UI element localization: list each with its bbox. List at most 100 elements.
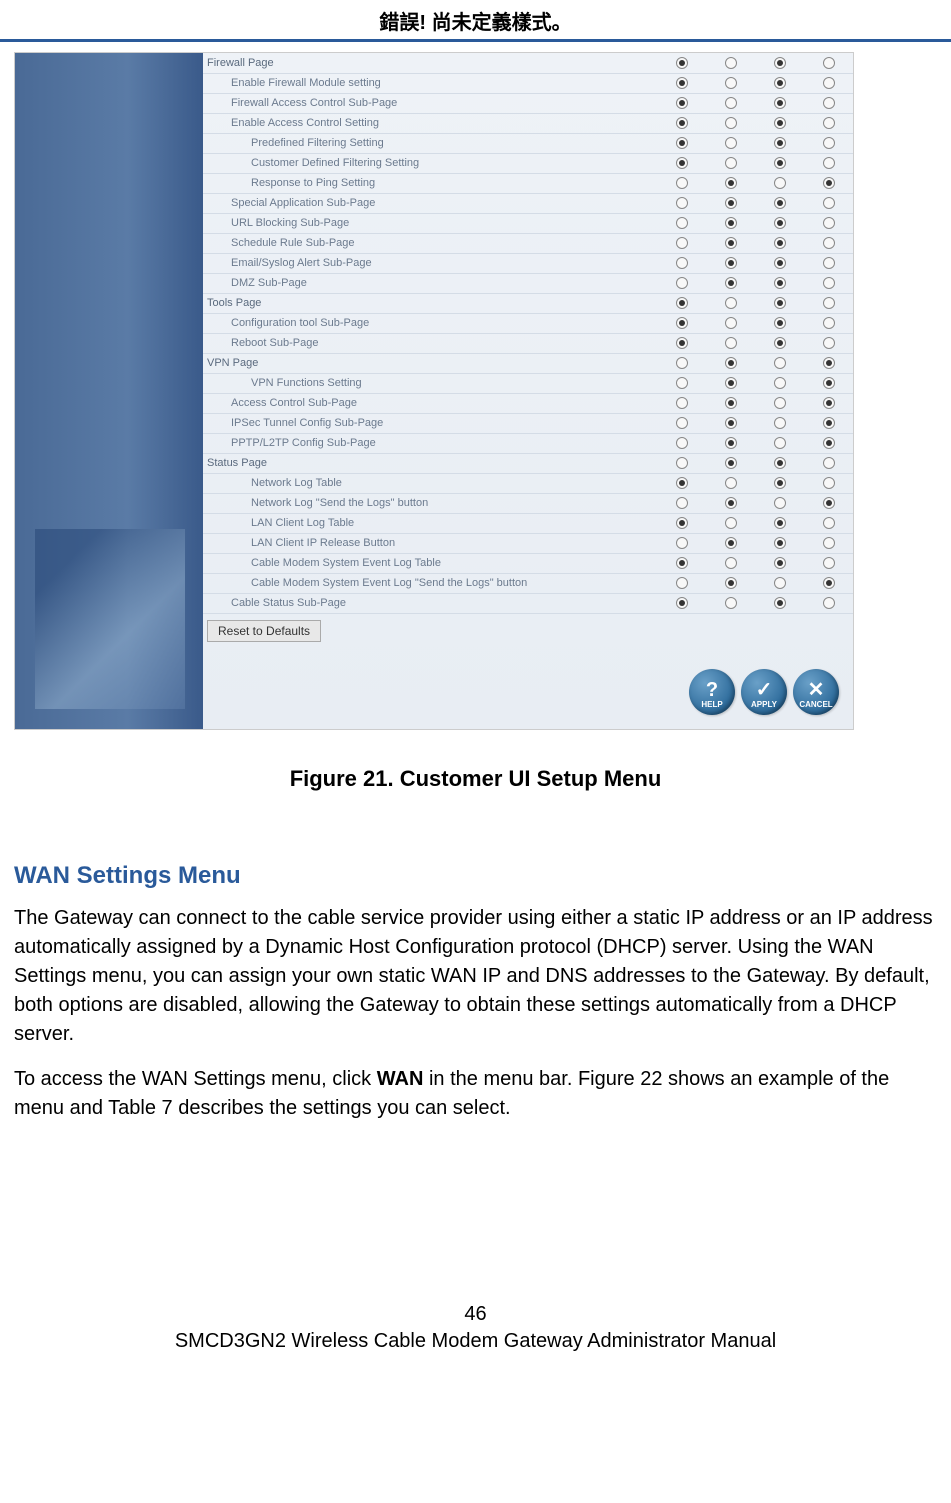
radio-option[interactable]: [774, 177, 786, 189]
radio-option[interactable]: [676, 117, 688, 129]
cancel-button[interactable]: ✕ CANCEL: [793, 669, 839, 715]
radio-option[interactable]: [774, 237, 786, 249]
radio-option[interactable]: [676, 557, 688, 569]
radio-option[interactable]: [676, 517, 688, 529]
radio-option[interactable]: [774, 397, 786, 409]
radio-option[interactable]: [774, 57, 786, 69]
radio-option[interactable]: [774, 277, 786, 289]
radio-option[interactable]: [823, 537, 835, 549]
radio-option[interactable]: [774, 217, 786, 229]
radio-option[interactable]: [823, 557, 835, 569]
radio-option[interactable]: [774, 537, 786, 549]
radio-option[interactable]: [725, 537, 737, 549]
radio-option[interactable]: [774, 597, 786, 609]
radio-option[interactable]: [676, 537, 688, 549]
radio-option[interactable]: [725, 477, 737, 489]
radio-option[interactable]: [823, 137, 835, 149]
radio-option[interactable]: [823, 517, 835, 529]
radio-option[interactable]: [676, 77, 688, 89]
radio-option[interactable]: [676, 97, 688, 109]
radio-option[interactable]: [774, 297, 786, 309]
radio-option[interactable]: [676, 337, 688, 349]
radio-option[interactable]: [823, 357, 835, 369]
radio-option[interactable]: [774, 137, 786, 149]
radio-option[interactable]: [823, 477, 835, 489]
radio-option[interactable]: [676, 397, 688, 409]
radio-option[interactable]: [774, 77, 786, 89]
radio-option[interactable]: [774, 377, 786, 389]
radio-option[interactable]: [774, 417, 786, 429]
radio-option[interactable]: [823, 77, 835, 89]
radio-option[interactable]: [676, 197, 688, 209]
radio-option[interactable]: [823, 297, 835, 309]
radio-option[interactable]: [774, 497, 786, 509]
radio-option[interactable]: [774, 317, 786, 329]
radio-option[interactable]: [725, 597, 737, 609]
radio-option[interactable]: [823, 397, 835, 409]
radio-option[interactable]: [823, 117, 835, 129]
radio-option[interactable]: [725, 517, 737, 529]
radio-option[interactable]: [774, 197, 786, 209]
radio-option[interactable]: [823, 237, 835, 249]
radio-option[interactable]: [823, 337, 835, 349]
radio-option[interactable]: [774, 457, 786, 469]
radio-option[interactable]: [823, 437, 835, 449]
radio-option[interactable]: [823, 417, 835, 429]
radio-option[interactable]: [823, 317, 835, 329]
radio-option[interactable]: [676, 157, 688, 169]
radio-option[interactable]: [725, 317, 737, 329]
radio-option[interactable]: [774, 117, 786, 129]
radio-option[interactable]: [725, 197, 737, 209]
radio-option[interactable]: [725, 117, 737, 129]
radio-option[interactable]: [774, 437, 786, 449]
radio-option[interactable]: [676, 237, 688, 249]
radio-option[interactable]: [725, 277, 737, 289]
radio-option[interactable]: [823, 177, 835, 189]
radio-option[interactable]: [676, 457, 688, 469]
radio-option[interactable]: [823, 277, 835, 289]
radio-option[interactable]: [725, 257, 737, 269]
radio-option[interactable]: [774, 357, 786, 369]
radio-option[interactable]: [725, 57, 737, 69]
radio-option[interactable]: [676, 417, 688, 429]
radio-option[interactable]: [725, 337, 737, 349]
radio-option[interactable]: [774, 577, 786, 589]
radio-option[interactable]: [676, 477, 688, 489]
radio-option[interactable]: [725, 357, 737, 369]
radio-option[interactable]: [725, 397, 737, 409]
help-button[interactable]: ? HELP: [689, 669, 735, 715]
radio-option[interactable]: [823, 97, 835, 109]
radio-option[interactable]: [676, 257, 688, 269]
radio-option[interactable]: [725, 217, 737, 229]
radio-option[interactable]: [676, 377, 688, 389]
radio-option[interactable]: [676, 277, 688, 289]
radio-option[interactable]: [774, 337, 786, 349]
radio-option[interactable]: [823, 577, 835, 589]
radio-option[interactable]: [725, 237, 737, 249]
radio-option[interactable]: [725, 457, 737, 469]
radio-option[interactable]: [676, 177, 688, 189]
radio-option[interactable]: [676, 217, 688, 229]
radio-option[interactable]: [823, 217, 835, 229]
radio-option[interactable]: [823, 377, 835, 389]
radio-option[interactable]: [676, 317, 688, 329]
radio-option[interactable]: [725, 97, 737, 109]
radio-option[interactable]: [676, 137, 688, 149]
apply-button[interactable]: ✓ APPLY: [741, 669, 787, 715]
radio-option[interactable]: [823, 457, 835, 469]
radio-option[interactable]: [676, 297, 688, 309]
radio-option[interactable]: [725, 417, 737, 429]
radio-option[interactable]: [725, 377, 737, 389]
radio-option[interactable]: [774, 557, 786, 569]
radio-option[interactable]: [725, 557, 737, 569]
radio-option[interactable]: [774, 97, 786, 109]
radio-option[interactable]: [774, 157, 786, 169]
radio-option[interactable]: [725, 137, 737, 149]
radio-option[interactable]: [676, 357, 688, 369]
reset-defaults-button[interactable]: Reset to Defaults: [207, 620, 321, 642]
radio-option[interactable]: [774, 257, 786, 269]
radio-option[interactable]: [823, 57, 835, 69]
radio-option[interactable]: [774, 517, 786, 529]
radio-option[interactable]: [725, 297, 737, 309]
radio-option[interactable]: [676, 497, 688, 509]
